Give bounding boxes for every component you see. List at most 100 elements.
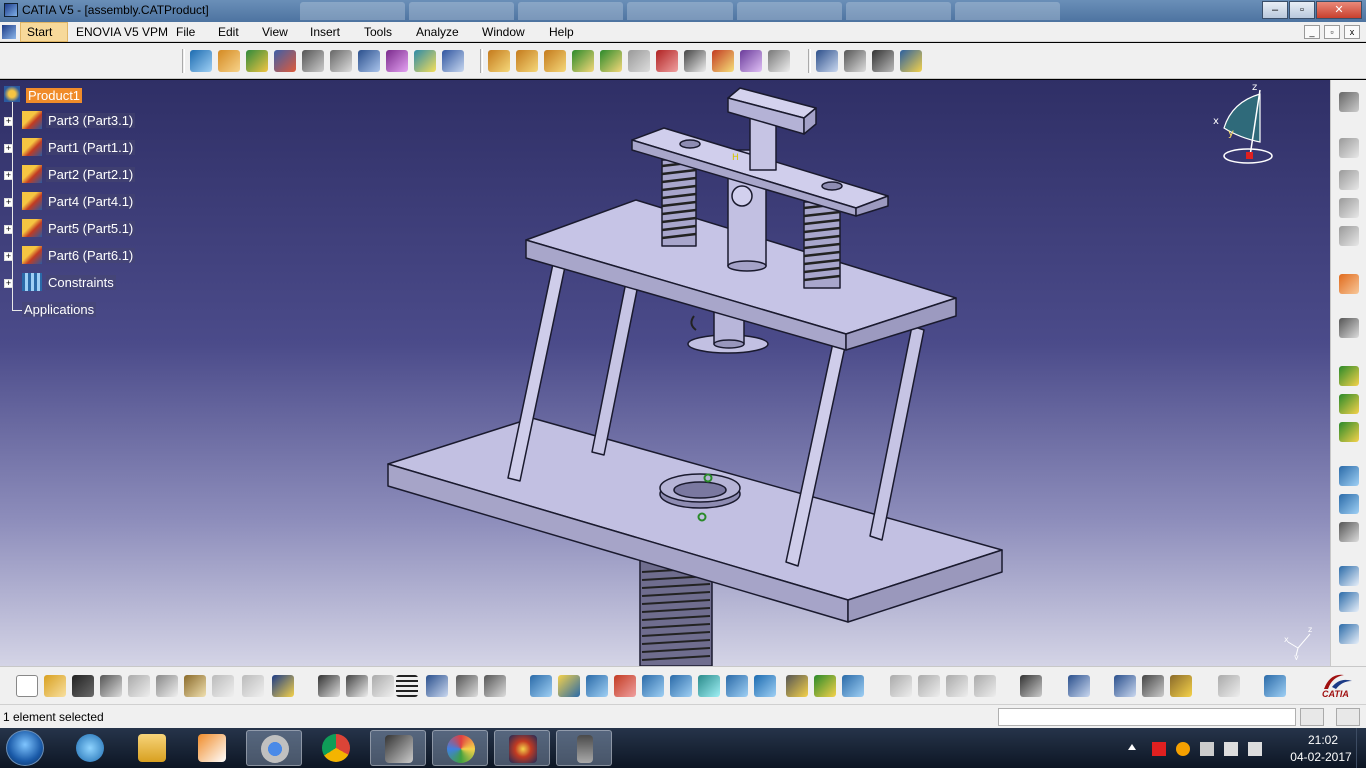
tree-node-label[interactable]: Part2 (Part2.1): [46, 167, 136, 182]
show-desktop-button[interactable]: [1356, 728, 1366, 768]
fly-mode-icon[interactable]: [530, 675, 552, 697]
minimize-button[interactable]: –: [1262, 1, 1288, 19]
press-assembly-model[interactable]: H: [0, 80, 1330, 666]
expand-icon[interactable]: +: [4, 117, 13, 126]
select-arrow-icon[interactable]: [1339, 274, 1359, 294]
catia-app-icon[interactable]: [4, 3, 18, 17]
flexible-rigid-icon[interactable]: [684, 50, 706, 72]
manipulation-icon[interactable]: [274, 50, 296, 72]
taskbar-catia[interactable]: [494, 730, 550, 766]
swap-space-icon[interactable]: [842, 675, 864, 697]
volume-icon[interactable]: [1248, 742, 1262, 756]
offset-constraint-icon[interactable]: [544, 50, 566, 72]
toolbar-grip[interactable]: [480, 49, 483, 73]
taskbar-chrome[interactable]: [308, 730, 364, 766]
sectioning-icon[interactable]: [414, 50, 436, 72]
replace-component-icon[interactable]: [844, 50, 866, 72]
menu-start[interactable]: Start: [20, 22, 68, 42]
doc-minimize-button[interactable]: _: [1304, 25, 1320, 39]
menu-edit[interactable]: Edit: [218, 25, 239, 39]
snap-icon[interactable]: [302, 50, 324, 72]
capture-camera-icon[interactable]: [1020, 675, 1042, 697]
menu-view[interactable]: View: [262, 25, 288, 39]
annotation-flag-icon[interactable]: [1339, 566, 1359, 586]
menu-help[interactable]: Help: [549, 25, 574, 39]
lock-icon[interactable]: [456, 675, 478, 697]
power-input-options-button[interactable]: [1300, 708, 1324, 726]
expand-icon[interactable]: +: [4, 144, 13, 153]
list-icon[interactable]: [1339, 522, 1359, 542]
show-hidden-icons-icon[interactable]: [1128, 744, 1136, 750]
zoom-in-icon[interactable]: [642, 675, 664, 697]
compare-icon[interactable]: [1068, 675, 1090, 697]
redo-icon[interactable]: [242, 675, 264, 697]
taskbar-file-explorer[interactable]: [124, 730, 180, 766]
undo-icon[interactable]: [212, 675, 234, 697]
taskbar-chrome-alt[interactable]: [246, 730, 302, 766]
sheet-icon[interactable]: [1339, 198, 1359, 218]
cut-icon[interactable]: [128, 675, 150, 697]
generate-numbering-icon[interactable]: [900, 50, 922, 72]
existing-component-icon[interactable]: [190, 50, 212, 72]
action-center-flag-icon[interactable]: [1152, 742, 1166, 756]
clock-time[interactable]: 21:02: [1298, 733, 1348, 747]
fix-component-icon[interactable]: [600, 50, 622, 72]
explode-icon[interactable]: [330, 50, 352, 72]
expand-icon[interactable]: +: [4, 252, 13, 261]
taskbar-paint[interactable]: [432, 730, 488, 766]
tree-root-label[interactable]: Product1: [26, 88, 83, 103]
sectioning-tool-icon[interactable]: [1142, 675, 1164, 697]
tree-node-label[interactable]: Part3 (Part3.1): [46, 113, 136, 128]
taskbar-internet-explorer[interactable]: [62, 730, 118, 766]
sheet-icon[interactable]: [1339, 226, 1359, 246]
zoom-out-icon[interactable]: [670, 675, 692, 697]
menu-enovia[interactable]: ENOVIA V5 VPM: [76, 25, 168, 39]
3d-viewport[interactable]: H Product1 + Part3 (Part3.1) + Part1 (Pa…: [0, 80, 1330, 666]
paste-icon[interactable]: [184, 675, 206, 697]
new-document-icon[interactable]: [16, 675, 38, 697]
menu-window[interactable]: Window: [482, 25, 525, 39]
multi-scene-icon[interactable]: [1339, 494, 1359, 514]
graph-tree-reordering-icon[interactable]: [872, 50, 894, 72]
scale-icon[interactable]: [1339, 422, 1359, 442]
power-input-field[interactable]: [998, 708, 1296, 726]
links-icon[interactable]: [426, 675, 448, 697]
tree-node-label[interactable]: Part1 (Part1.1): [46, 140, 136, 155]
tree-node-label[interactable]: Part5 (Part5.1): [46, 221, 136, 236]
weight-icon[interactable]: [1170, 675, 1192, 697]
new-product-icon[interactable]: [218, 50, 240, 72]
menu-file[interactable]: File: [176, 25, 195, 39]
pan-icon[interactable]: [586, 675, 608, 697]
expand-icon[interactable]: +: [4, 198, 13, 207]
devices-icon[interactable]: [1200, 742, 1214, 756]
change-constraint-icon[interactable]: [712, 50, 734, 72]
formula-icon[interactable]: [318, 675, 340, 697]
menu-tools[interactable]: Tools: [364, 25, 392, 39]
doc-close-button[interactable]: x: [1344, 25, 1360, 39]
rotate-icon[interactable]: [1339, 394, 1359, 414]
menu-insert[interactable]: Insert: [310, 25, 340, 39]
help-icon[interactable]: [272, 675, 294, 697]
tree-node-label[interactable]: Applications: [22, 302, 97, 317]
save-icon[interactable]: [72, 675, 94, 697]
catalog-browser-icon[interactable]: [816, 50, 838, 72]
hide-show-icon[interactable]: [814, 675, 836, 697]
distance-icon[interactable]: [442, 50, 464, 72]
sheet-icon[interactable]: [1339, 138, 1359, 158]
clash-icon[interactable]: [386, 50, 408, 72]
expand-icon[interactable]: +: [4, 171, 13, 180]
windows-start-button[interactable]: [6, 730, 44, 766]
shading-icon[interactable]: [786, 675, 808, 697]
reuse-pattern-icon[interactable]: [740, 50, 762, 72]
taskbar-app-launcher[interactable]: [370, 730, 426, 766]
update-notifier-icon[interactable]: [1176, 742, 1190, 756]
apply-material-icon[interactable]: [974, 675, 996, 697]
tree-node-label[interactable]: Constraints: [46, 275, 116, 290]
expand-icon[interactable]: +: [4, 279, 13, 288]
select-trap-icon[interactable]: [1339, 318, 1359, 338]
bill-of-material-icon[interactable]: [358, 50, 380, 72]
tree-node-label[interactable]: Part4 (Part4.1): [46, 194, 136, 209]
tree-node-label[interactable]: Part6 (Part6.1): [46, 248, 136, 263]
knowledge-advisor-icon[interactable]: [346, 675, 368, 697]
multi-view-icon[interactable]: [726, 675, 748, 697]
